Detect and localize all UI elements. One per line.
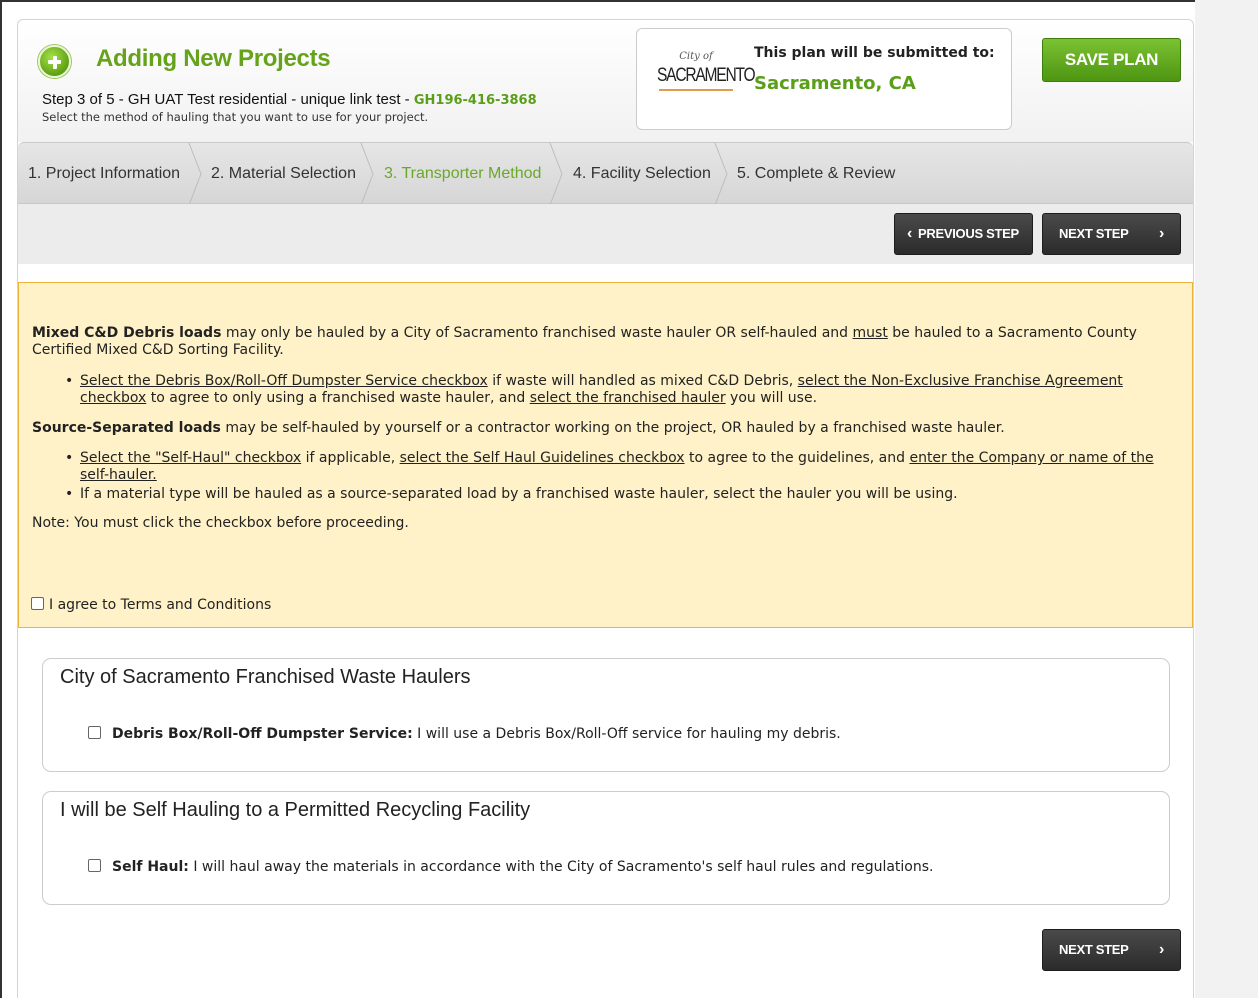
debris-box-checkbox-link[interactable]: Select the Debris Box/Roll-Off Dumpster …	[80, 373, 488, 389]
franchised-hauler-link[interactable]: select the franchised hauler	[530, 390, 726, 406]
section-title: City of Sacramento Franchised Waste Haul…	[60, 666, 471, 688]
step-text: Step 3 of 5 - GH UAT Test residential - …	[42, 91, 414, 108]
mixed-debris-heading: Mixed C&D Debris loads	[32, 325, 222, 341]
right-margin	[1195, 0, 1258, 998]
mixed-debris-paragraph: Mixed C&D Debris loads may only be haule…	[32, 325, 1172, 359]
submit-to-label: This plan will be submitted to:	[754, 45, 995, 61]
next-step-label: NEXT STEP	[1059, 942, 1129, 957]
hauling-notice: Mixed C&D Debris loads may only be haule…	[18, 282, 1193, 628]
debris-box-option[interactable]: Debris Box/Roll-Off Dumpster Service: I …	[88, 726, 841, 742]
option-label: Debris Box/Roll-Off Dumpster Service:	[112, 726, 413, 742]
option-description: I will use a Debris Box/Roll-Off service…	[412, 726, 841, 742]
self-hauling-section: I will be Self Hauling to a Permitted Re…	[42, 791, 1170, 905]
save-plan-button[interactable]: SAVE PLAN	[1042, 38, 1181, 82]
terms-label: I agree to Terms and Conditions	[49, 597, 272, 613]
notice-text: may be self-hauled by yourself or a cont…	[220, 420, 1005, 436]
project-id: GH196-416-3868	[413, 93, 537, 108]
notice-text: to agree to the guidelines, and	[684, 450, 910, 466]
franchised-haulers-section: City of Sacramento Franchised Waste Haul…	[42, 658, 1170, 772]
chevron-left-icon: ‹	[907, 225, 913, 242]
next-step-button-top[interactable]: NEXT STEP ›	[1042, 213, 1181, 255]
step-tabs: 1. Project Information 2. Material Selec…	[18, 142, 1193, 205]
logo-main-text: SACRAMENTO	[657, 65, 756, 86]
step-description: Step 3 of 5 - GH UAT Test residential - …	[42, 91, 537, 108]
tab-label: 4. Facility Selection	[573, 165, 711, 182]
self-haul-guidelines-link[interactable]: select the Self Haul Guidelines checkbox	[400, 450, 685, 466]
terms-agreement[interactable]: I agree to Terms and Conditions	[31, 597, 271, 614]
list-item: If a material type will be hauled as a s…	[63, 486, 1173, 503]
tab-complete-review[interactable]: 5. Complete & Review	[737, 143, 895, 205]
tab-transporter-method[interactable]: 3. Transporter Method	[384, 143, 541, 205]
tab-project-information[interactable]: 1. Project Information	[28, 143, 180, 205]
mixed-debris-list: Select the Debris Box/Roll-Off Dumpster …	[63, 373, 1173, 409]
page-header: Adding New Projects Step 3 of 5 - GH UAT…	[18, 20, 1193, 142]
page-title: Adding New Projects	[96, 45, 331, 72]
city-of-sacramento-logo: City of SACRAMENTO	[655, 51, 756, 109]
list-item: Select the Debris Box/Roll-Off Dumpster …	[63, 373, 1173, 407]
logo-underline	[659, 89, 733, 91]
notice-text: may only be hauled by a City of Sacramen…	[221, 325, 853, 341]
add-project-icon	[38, 45, 71, 78]
previous-step-button[interactable]: ‹ PREVIOUS STEP	[894, 213, 1033, 255]
option-description: I will haul away the materials in accord…	[188, 859, 934, 875]
terms-checkbox[interactable]	[31, 597, 44, 610]
self-haul-option[interactable]: Self Haul: I will haul away the material…	[88, 859, 934, 875]
notice-text: if waste will handled as mixed C&D Debri…	[487, 373, 798, 389]
section-title: I will be Self Hauling to a Permitted Re…	[60, 799, 531, 821]
tab-material-selection[interactable]: 2. Material Selection	[211, 143, 356, 205]
tab-label: 3. Transporter Method	[384, 165, 542, 182]
self-haul-checkbox[interactable]	[88, 859, 101, 872]
next-step-button-bottom[interactable]: NEXT STEP ›	[1042, 929, 1181, 971]
page-subtitle: Select the method of hauling that you wa…	[42, 110, 429, 124]
submission-info-box: City of SACRAMENTO This plan will be sub…	[636, 28, 1012, 130]
option-label: Self Haul:	[112, 859, 189, 875]
tab-separator-icon	[714, 143, 728, 205]
notice-text: if applicable,	[301, 450, 400, 466]
source-separated-list: Select the "Self-Haul" checkbox if appli…	[63, 450, 1173, 505]
list-item: Select the "Self-Haul" checkbox if appli…	[63, 450, 1173, 484]
project-card: Adding New Projects Step 3 of 5 - GH UAT…	[17, 19, 1194, 998]
submit-to-city: Sacramento, CA	[754, 73, 916, 94]
next-step-label: NEXT STEP	[1059, 226, 1129, 241]
debris-box-checkbox[interactable]	[88, 726, 101, 739]
self-haul-checkbox-link[interactable]: Select the "Self-Haul" checkbox	[80, 450, 301, 466]
logo-small-text: City of	[679, 51, 713, 62]
tab-label: 5. Complete & Review	[737, 165, 896, 182]
chevron-right-icon: ›	[1158, 225, 1164, 242]
tab-separator-icon	[360, 143, 374, 205]
chevron-right-icon: ›	[1158, 941, 1164, 958]
step-toolbar: ‹ PREVIOUS STEP NEXT STEP ›	[18, 204, 1193, 264]
source-separated-heading: Source-Separated loads	[32, 420, 221, 436]
previous-step-label: PREVIOUS STEP	[918, 226, 1019, 241]
source-separated-paragraph: Source-Separated loads may be self-haule…	[32, 420, 1172, 437]
tab-label: 2. Material Selection	[211, 165, 356, 182]
tab-separator-icon	[549, 143, 563, 205]
notice-text: to agree to only using a franchised wast…	[146, 390, 530, 406]
notice-text: you will use.	[725, 390, 818, 406]
must-text: must	[852, 325, 888, 341]
note-text: Note: You must click the checkbox before…	[32, 515, 409, 531]
tab-label: 1. Project Information	[28, 165, 181, 182]
tab-separator-icon	[188, 143, 202, 205]
tab-facility-selection[interactable]: 4. Facility Selection	[573, 143, 711, 205]
